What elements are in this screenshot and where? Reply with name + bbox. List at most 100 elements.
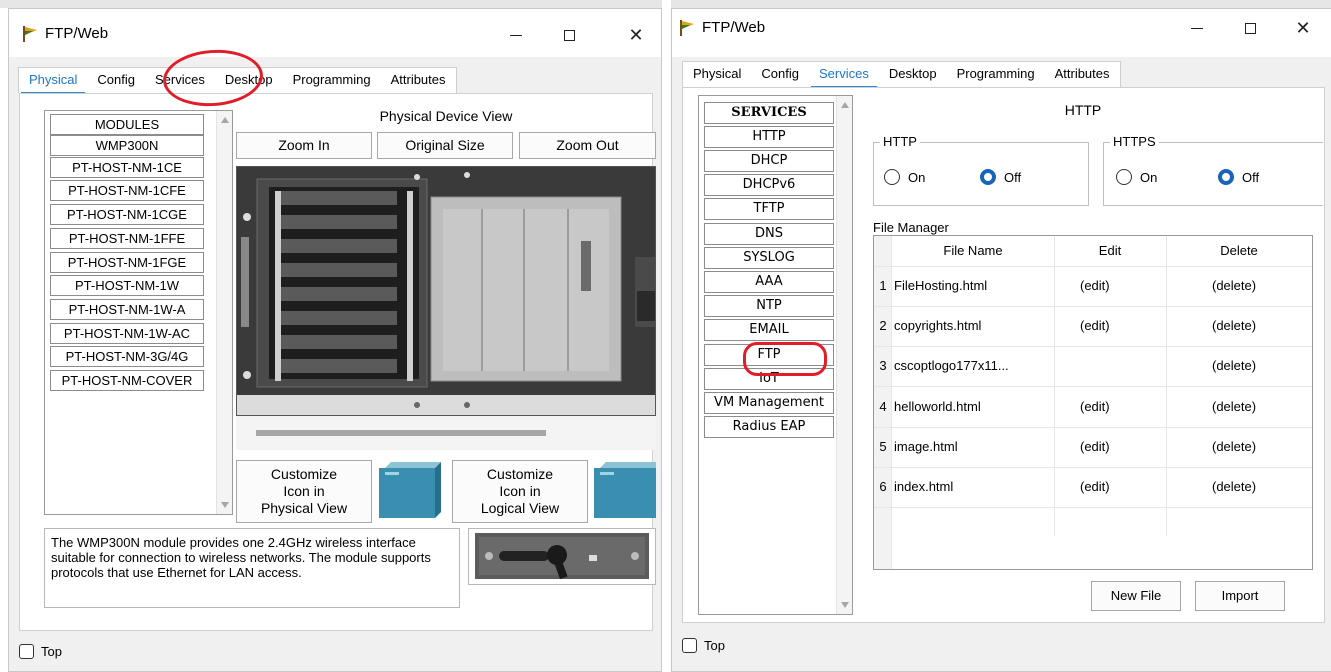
top-checkbox[interactable] bbox=[19, 644, 34, 659]
https-on-radio[interactable]: On bbox=[1116, 169, 1157, 185]
table-row[interactable]: 2 copyrights.html (edit) (delete) bbox=[874, 306, 1312, 346]
zoom-out-button[interactable]: Zoom Out bbox=[519, 132, 656, 159]
table-row[interactable]: 1 FileHosting.html (edit) (delete) bbox=[874, 266, 1312, 306]
list-item-services-header: SERVICES bbox=[704, 102, 834, 124]
list-item[interactable]: WMP300N bbox=[50, 135, 204, 156]
services-tab-content: SERVICES HTTP DHCP DHCPv6 TFTP DNS SYSLO… bbox=[682, 87, 1325, 623]
delete-link[interactable]: (delete) bbox=[1212, 467, 1256, 507]
device-view-scrollbar[interactable] bbox=[236, 416, 656, 450]
list-item[interactable]: TFTP bbox=[704, 198, 834, 220]
tab-config[interactable]: Config bbox=[87, 68, 145, 93]
scroll-thumb[interactable] bbox=[256, 430, 546, 436]
tab-services[interactable]: Services bbox=[809, 62, 879, 89]
delete-link[interactable]: (delete) bbox=[1212, 346, 1256, 386]
edit-link[interactable]: (edit) bbox=[1080, 386, 1110, 427]
original-size-button[interactable]: Original Size bbox=[377, 132, 513, 159]
delete-link[interactable]: (delete) bbox=[1212, 386, 1256, 427]
list-item[interactable]: PT-HOST-NM-1W-AC bbox=[50, 323, 204, 344]
table-row[interactable]: 3 cscoptlogo177x11... (delete) bbox=[874, 346, 1312, 386]
list-item[interactable]: SYSLOG bbox=[704, 247, 834, 269]
maximize-button[interactable] bbox=[546, 18, 592, 52]
list-item[interactable]: PT-HOST-NM-1FGE bbox=[50, 252, 204, 273]
customize-logical-icon-button[interactable]: Customize Icon in Logical View bbox=[452, 460, 588, 523]
scroll-down-icon[interactable] bbox=[841, 602, 849, 608]
physical-tab-content: MODULES WMP300N PT-HOST-NM-1CE PT-HOST-N… bbox=[19, 93, 656, 631]
scroll-up-icon[interactable] bbox=[841, 102, 849, 108]
list-item[interactable]: PT-HOST-NM-1CGE bbox=[50, 204, 204, 225]
list-item[interactable]: PT-HOST-NM-1CE bbox=[50, 157, 204, 178]
tab-physical[interactable]: Physical bbox=[683, 62, 751, 87]
delete-link[interactable]: (delete) bbox=[1212, 306, 1256, 346]
list-item[interactable]: AAA bbox=[704, 271, 834, 293]
title-bar[interactable]: FTP/Web ✕ bbox=[672, 9, 1331, 57]
list-item[interactable]: PT-HOST-NM-3G/4G bbox=[50, 346, 204, 367]
column-header-edit[interactable]: Edit bbox=[1054, 236, 1166, 266]
tab-services[interactable]: Services bbox=[145, 68, 215, 93]
new-file-button[interactable]: New File bbox=[1091, 581, 1181, 611]
list-item[interactable]: PT-HOST-NM-1W bbox=[50, 275, 204, 296]
edit-link[interactable]: (edit) bbox=[1080, 467, 1110, 507]
table-row[interactable]: 4 helloworld.html (edit) (delete) bbox=[874, 386, 1312, 427]
list-item[interactable]: PT-HOST-NM-1W-A bbox=[50, 299, 204, 320]
list-item[interactable]: HTTP bbox=[704, 126, 834, 148]
edit-link[interactable]: (edit) bbox=[1080, 427, 1110, 467]
tab-programming[interactable]: Programming bbox=[283, 68, 381, 93]
tab-physical[interactable]: Physical bbox=[19, 68, 87, 95]
top-checkbox[interactable] bbox=[682, 638, 697, 653]
close-button[interactable]: ✕ bbox=[1280, 11, 1326, 45]
close-button[interactable]: ✕ bbox=[613, 18, 659, 52]
edit-link[interactable]: (edit) bbox=[1080, 306, 1110, 346]
window-title: FTP/Web bbox=[45, 25, 109, 42]
close-icon: ✕ bbox=[628, 24, 644, 45]
list-item[interactable]: IoT bbox=[704, 368, 834, 390]
delete-link[interactable]: (delete) bbox=[1212, 427, 1256, 467]
scroll-down-icon[interactable] bbox=[221, 502, 229, 508]
tab-attributes[interactable]: Attributes bbox=[381, 68, 456, 93]
tab-programming[interactable]: Programming bbox=[947, 62, 1045, 87]
list-item[interactable]: Radius EAP bbox=[704, 416, 834, 438]
minimize-button[interactable] bbox=[493, 18, 539, 52]
list-item[interactable]: NTP bbox=[704, 295, 834, 317]
tab-attributes[interactable]: Attributes bbox=[1045, 62, 1120, 87]
table-row[interactable]: 6 index.html (edit) (delete) bbox=[874, 467, 1312, 507]
list-item[interactable]: VM Management bbox=[704, 392, 834, 414]
modules-scrollbar[interactable] bbox=[216, 111, 232, 514]
title-bar[interactable]: FTP/Web ✕ bbox=[9, 9, 661, 57]
maximize-icon bbox=[563, 29, 575, 41]
http-off-radio[interactable]: Off bbox=[980, 169, 1021, 185]
delete-link[interactable]: (delete) bbox=[1212, 266, 1256, 306]
scroll-up-icon[interactable] bbox=[221, 117, 229, 123]
physical-icon-preview bbox=[379, 462, 441, 518]
zoom-in-button[interactable]: Zoom In bbox=[236, 132, 372, 159]
list-item[interactable]: DHCP bbox=[704, 150, 834, 172]
edit-link[interactable]: (edit) bbox=[1080, 266, 1110, 306]
services-scrollbar[interactable] bbox=[836, 96, 852, 614]
tab-config[interactable]: Config bbox=[751, 62, 809, 87]
file-name: cscoptlogo177x11... bbox=[894, 358, 1009, 373]
list-item[interactable]: DHCPv6 bbox=[704, 174, 834, 196]
customize-physical-icon-button[interactable]: Customize Icon in Physical View bbox=[236, 460, 372, 523]
tab-desktop[interactable]: Desktop bbox=[215, 68, 283, 93]
table-row[interactable]: 5 image.html (edit) (delete) bbox=[874, 427, 1312, 467]
minimize-icon bbox=[510, 34, 522, 36]
bottom-bar: Top bbox=[672, 627, 1331, 671]
radio-icon bbox=[1116, 169, 1132, 185]
list-item[interactable]: PT-HOST-NM-1FFE bbox=[50, 228, 204, 249]
https-off-radio[interactable]: Off bbox=[1218, 169, 1259, 185]
minimize-button[interactable] bbox=[1174, 11, 1220, 45]
http-on-radio[interactable]: On bbox=[884, 169, 925, 185]
list-item[interactable]: PT-HOST-NM-COVER bbox=[50, 370, 204, 391]
import-button[interactable]: Import bbox=[1195, 581, 1285, 611]
maximize-icon bbox=[1244, 22, 1256, 34]
row-number: 2 bbox=[879, 318, 887, 333]
list-item-ftp[interactable]: FTP bbox=[704, 344, 834, 366]
maximize-button[interactable] bbox=[1227, 11, 1273, 45]
top-checkbox-label: Top bbox=[41, 644, 62, 659]
list-item[interactable]: PT-HOST-NM-1CFE bbox=[50, 180, 204, 201]
tab-desktop[interactable]: Desktop bbox=[879, 62, 947, 87]
column-header-delete[interactable]: Delete bbox=[1166, 236, 1312, 266]
column-header-file-name[interactable]: File Name bbox=[892, 236, 1054, 266]
https-group-label: HTTPS bbox=[1110, 134, 1159, 149]
list-item[interactable]: DNS bbox=[704, 223, 834, 245]
list-item[interactable]: EMAIL bbox=[704, 319, 834, 341]
